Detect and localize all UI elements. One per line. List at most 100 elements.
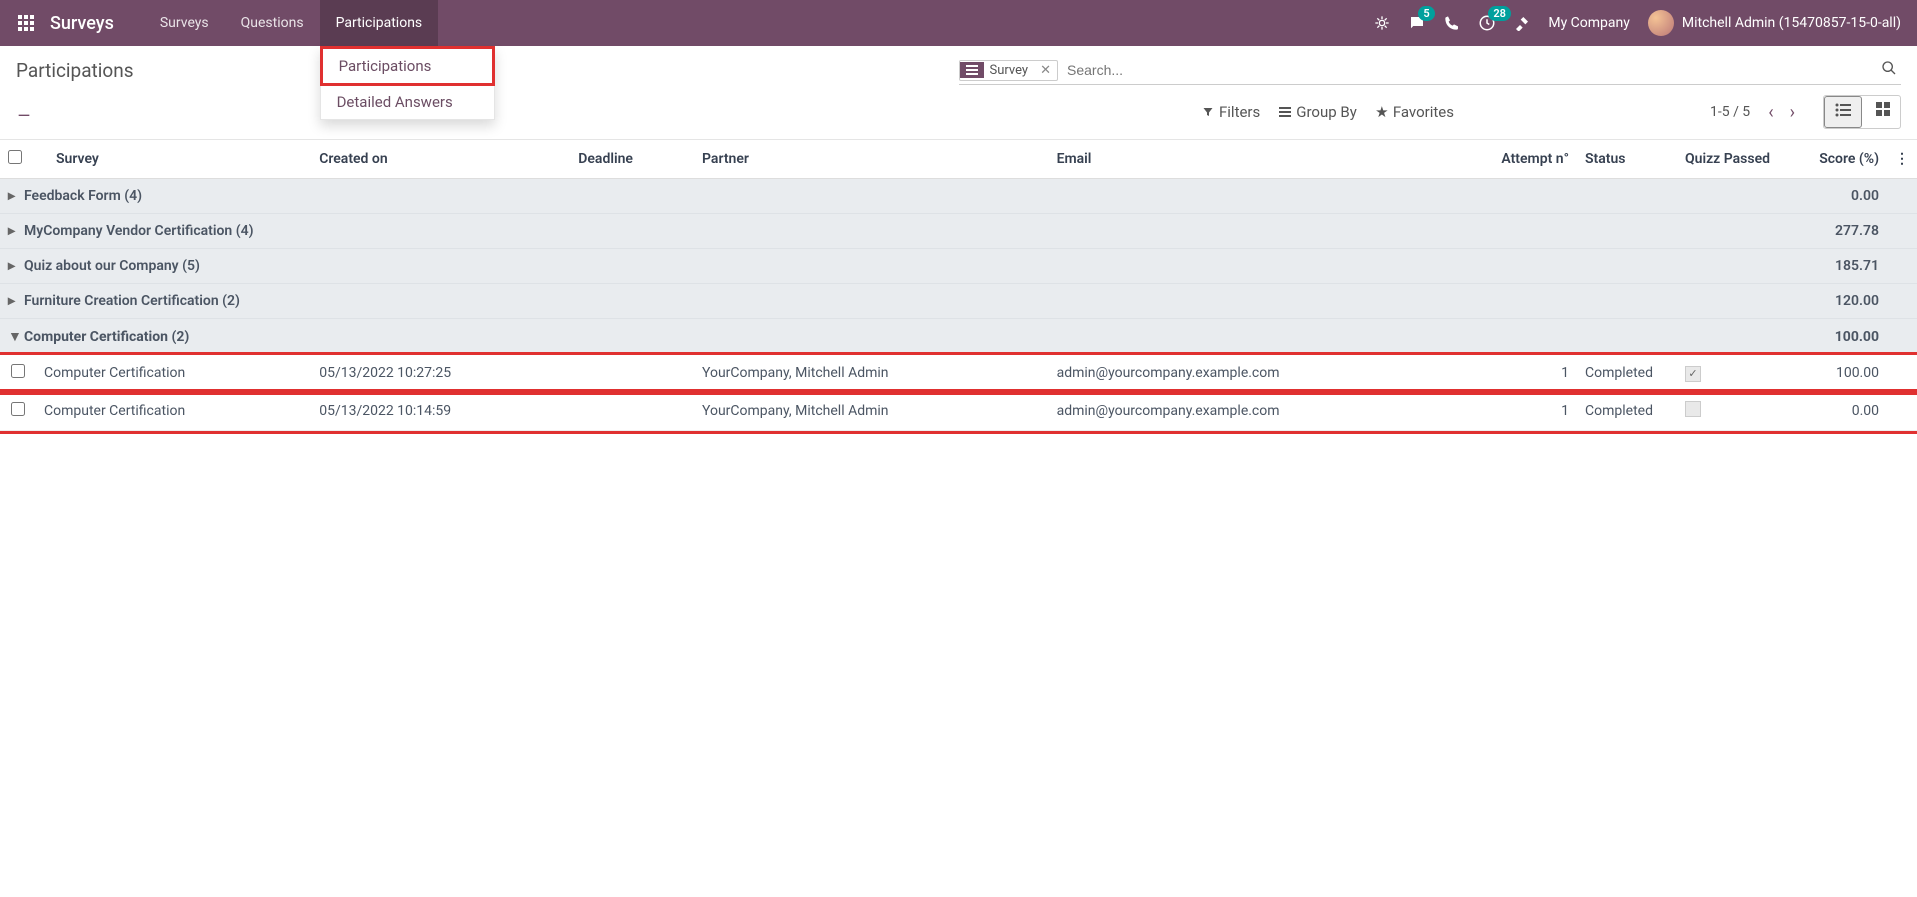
cell-partner: YourCompany, Mitchell Admin [694,355,1049,392]
cell-created: 05/13/2022 10:14:59 [311,392,570,431]
favorites-button[interactable]: ★ Favorites [1369,99,1460,125]
dropdown-participations[interactable]: Participations [320,46,495,86]
header-created[interactable]: Created on [311,140,570,179]
cell-partner: YourCompany, Mitchell Admin [694,392,1049,431]
search-icon[interactable] [1877,60,1901,80]
header-survey[interactable]: Survey [36,140,311,179]
phone-icon[interactable] [1444,15,1460,31]
caret-right-icon: ▸ [8,188,20,204]
caret-right-icon: ▸ [8,258,20,274]
control-panel: Participations Survey ✕ Filte [0,46,1917,140]
group-score: 185.71 [1787,249,1887,284]
facet-label: Survey [984,61,1035,80]
group-score: 0.00 [1787,179,1887,214]
nav-participations[interactable]: Participations Participations Detailed A… [320,0,439,46]
header-status[interactable]: Status [1577,140,1677,179]
export-button[interactable] [16,102,32,122]
search-input[interactable] [1064,59,1877,81]
messages-icon[interactable]: 5 [1408,14,1426,32]
group-score: 277.78 [1787,214,1887,249]
cell-survey: Computer Certification [36,392,311,431]
pager[interactable]: 1-5 / 5 [1702,104,1758,120]
cell-deadline [570,392,694,431]
activities-icon[interactable]: 28 [1478,14,1496,32]
group-label: Computer Certification (2) [24,329,189,345]
table-row[interactable]: Computer Certification05/13/2022 10:14:5… [0,392,1917,431]
participations-dropdown: Participations Detailed Answers [320,46,495,120]
caret-down-icon: ▼ [8,328,20,345]
group-row[interactable]: ▸MyCompany Vendor Certification (4) 277.7… [0,214,1917,249]
view-list-button[interactable] [1824,96,1862,128]
star-icon: ★ [1375,103,1389,121]
participations-table: Survey Created on Deadline Partner Email… [0,140,1917,431]
nav-questions[interactable]: Questions [225,0,320,46]
apps-icon[interactable] [16,13,36,33]
group-score: 100.00 [1787,319,1887,355]
checkbox-icon [1685,401,1701,417]
table-row[interactable]: Computer Certification05/13/2022 10:27:2… [0,355,1917,392]
cell-survey: Computer Certification [36,355,311,392]
dropdown-detailed-answers[interactable]: Detailed Answers [321,85,494,119]
filters-button[interactable]: Filters [1195,99,1266,125]
search-facet-survey: Survey ✕ [959,60,1059,81]
row-checkbox[interactable] [11,402,25,416]
username: Mitchell Admin (15470857-15-0-all) [1682,15,1901,31]
cell-score: 100.00 [1787,355,1887,392]
activities-badge: 28 [1488,6,1511,21]
header-score[interactable]: Score (%) [1787,140,1887,179]
cell-quiz [1677,392,1787,431]
search-box[interactable]: Survey ✕ [959,56,1902,85]
nav-surveys[interactable]: Surveys [144,0,225,46]
pager-next[interactable]: › [1786,102,1799,123]
app-title[interactable]: Surveys [50,13,114,34]
cell-deadline [570,355,694,392]
filters-label: Filters [1219,103,1260,121]
breadcrumb: Participations [16,59,134,82]
cell-score: 0.00 [1787,392,1887,431]
view-kanban-button[interactable] [1866,96,1900,128]
tools-icon[interactable] [1514,15,1530,31]
groupby-label: Group By [1296,103,1357,121]
select-all-checkbox[interactable] [8,150,22,164]
avatar [1648,10,1674,36]
header-attempt[interactable]: Attempt n° [1467,140,1577,179]
group-label: Feedback Form (4) [24,188,142,204]
row-checkbox[interactable] [11,364,25,378]
cell-status: Completed [1577,392,1677,431]
group-score: 120.00 [1787,284,1887,319]
group-row[interactable]: ▸Quiz about our Company (5) 185.71 [0,249,1917,284]
pager-prev[interactable]: ‹ [1764,102,1777,123]
favorites-label: Favorites [1393,103,1454,121]
caret-right-icon: ▸ [8,293,20,309]
header-quiz[interactable]: Quizz Passed [1677,140,1787,179]
debug-icon[interactable] [1374,15,1390,31]
company-switcher[interactable]: My Company [1548,15,1630,31]
cell-attempt: 1 [1467,355,1577,392]
group-row[interactable]: ▸Furniture Creation Certification (2)120… [0,284,1917,319]
header-partner[interactable]: Partner [694,140,1049,179]
groupby-button[interactable]: Group By [1272,99,1363,125]
messages-badge: 5 [1418,6,1434,21]
header-deadline[interactable]: Deadline [570,140,694,179]
groupby-facet-icon [960,62,984,78]
nav-participations-label: Participations [336,15,423,31]
group-row[interactable]: ▼Computer Certification (2) 100.00 [0,319,1917,355]
cell-email: admin@yourcompany.example.com [1049,392,1467,431]
group-row[interactable]: ▸Feedback Form (4) 0.00 [0,179,1917,214]
cell-quiz: ✓ [1677,355,1787,392]
groupby-icon [1278,107,1292,117]
filter-icon [1201,106,1215,118]
columns-menu[interactable]: ⋮ [1887,140,1917,179]
cell-attempt: 1 [1467,392,1577,431]
facet-remove[interactable]: ✕ [1034,61,1057,80]
navbar: Surveys Surveys Questions Participations… [0,0,1917,46]
group-label: Quiz about our Company (5) [24,258,200,274]
user-menu[interactable]: Mitchell Admin (15470857-15-0-all) [1648,10,1901,36]
cell-created: 05/13/2022 10:27:25 [311,355,570,392]
header-email[interactable]: Email [1049,140,1467,179]
group-label: MyCompany Vendor Certification (4) [24,223,253,239]
cell-status: Completed [1577,355,1677,392]
checkbox-icon: ✓ [1685,366,1701,382]
cell-email: admin@yourcompany.example.com [1049,355,1467,392]
caret-right-icon: ▸ [8,223,20,239]
